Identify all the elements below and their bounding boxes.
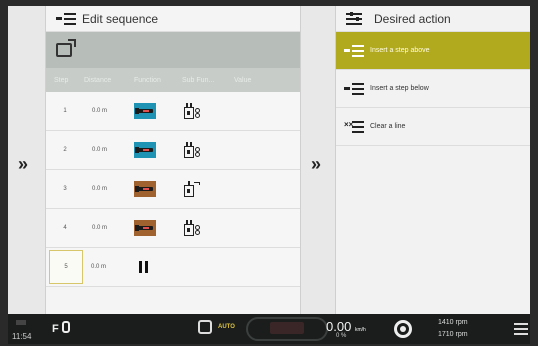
menu-icon[interactable] (514, 323, 528, 335)
hydraulic-function-icon (134, 181, 156, 197)
expand-right-icon[interactable]: » (311, 154, 321, 175)
step-number: 5 (49, 250, 83, 284)
settings-sliders-icon (346, 11, 362, 25)
desired-action-header: Desired action (336, 6, 530, 32)
function-key-icon[interactable]: F (52, 323, 59, 335)
hydraulic-function-icon (134, 220, 156, 236)
sub-function-cell[interactable] (182, 140, 234, 160)
function-cell[interactable] (134, 181, 182, 197)
sub-function-cell[interactable] (182, 101, 234, 121)
cylinder-icon (182, 218, 202, 238)
desired-action-panel: Desired action Insert a step above Inser… (336, 6, 530, 314)
function-cell[interactable] (133, 261, 181, 273)
function-cell[interactable] (134, 220, 182, 236)
column-sub-function: Sub Fun... (182, 76, 215, 84)
pause-icon (139, 261, 148, 273)
action-label: Clear a line (370, 123, 406, 130)
step-distance: 0.0 m (92, 186, 108, 192)
tractor-icon (198, 320, 212, 334)
status-bar: 11:54 F AUTO 0.00 km/h 0 % 1410 rpm 1710… (8, 314, 530, 344)
action-label: Insert a step below (370, 85, 429, 92)
cylinder-hook-icon (182, 179, 202, 199)
insert-step-below-button[interactable]: Insert a step below (336, 70, 530, 108)
insert-step-above-button[interactable]: Insert a step above (336, 32, 530, 70)
table-row[interactable]: 2 0.0 m (46, 131, 300, 170)
screen: » Edit sequence Step Distance Function S… (8, 6, 530, 314)
page-title: Edit sequence (82, 11, 159, 26)
step-number: 3 (63, 186, 67, 192)
table-row[interactable]: 1 0.0 m (46, 92, 300, 131)
table-row[interactable]: 4 0.0 m (46, 209, 300, 248)
pto-center (400, 326, 406, 332)
step-distance: 0.0 m (92, 147, 108, 153)
step-distance: 0.0 m (92, 108, 108, 114)
edit-sequence-panel: Edit sequence Step Distance Function Sub… (46, 6, 300, 314)
column-value: Value (234, 76, 252, 84)
gear-indicator (270, 322, 304, 334)
step-number: 1 (63, 108, 67, 114)
battery-icon (16, 320, 26, 325)
hydraulic-function-icon (134, 142, 156, 158)
auto-mode-label: AUTO (218, 324, 235, 330)
expand-left-icon[interactable]: » (18, 154, 28, 175)
sub-function-cell[interactable] (182, 218, 234, 238)
middle-strip[interactable]: » (300, 6, 336, 314)
hand-icon[interactable] (62, 321, 70, 333)
insert-above-icon (344, 44, 364, 57)
speed-readout: 0.00 km/h (326, 319, 366, 334)
step-number: 4 (63, 225, 67, 231)
clear-line-button[interactable]: ×× Clear a line (336, 108, 530, 146)
edit-sequence-header: Edit sequence (46, 6, 300, 32)
action-label: Insert a step above (370, 47, 430, 54)
left-strip[interactable]: » (8, 6, 46, 314)
sequence-icon (56, 12, 76, 25)
step-distance: 0.0 m (91, 264, 107, 270)
table-row-selected[interactable]: 5 0.0 m (46, 248, 300, 287)
slip-readout: 0 % (336, 333, 347, 339)
column-function: Function (134, 76, 161, 84)
insert-below-icon (344, 82, 364, 95)
step-number: 2 (63, 147, 67, 153)
desired-action-title: Desired action (374, 11, 451, 26)
table-row[interactable]: 3 0.0 m (46, 170, 300, 209)
toolbar (46, 32, 300, 68)
column-distance: Distance (84, 76, 112, 84)
clear-line-icon: ×× (344, 120, 364, 133)
cylinder-icon (182, 140, 202, 160)
step-distance: 0.0 m (92, 225, 108, 231)
rpm-readout-2: 1710 rpm (438, 331, 468, 338)
hydraulic-function-icon (134, 103, 156, 119)
function-cell[interactable] (134, 142, 182, 158)
sub-function-cell[interactable] (182, 179, 234, 199)
clock: 11:54 (12, 332, 32, 341)
function-cell[interactable] (134, 103, 182, 119)
cylinder-icon (182, 101, 202, 121)
column-step: Step (54, 76, 69, 84)
rpm-readout-1: 1410 rpm (438, 319, 468, 326)
table-header: Step Distance Function Sub Fun... Value (46, 68, 300, 92)
export-icon[interactable] (56, 39, 76, 57)
